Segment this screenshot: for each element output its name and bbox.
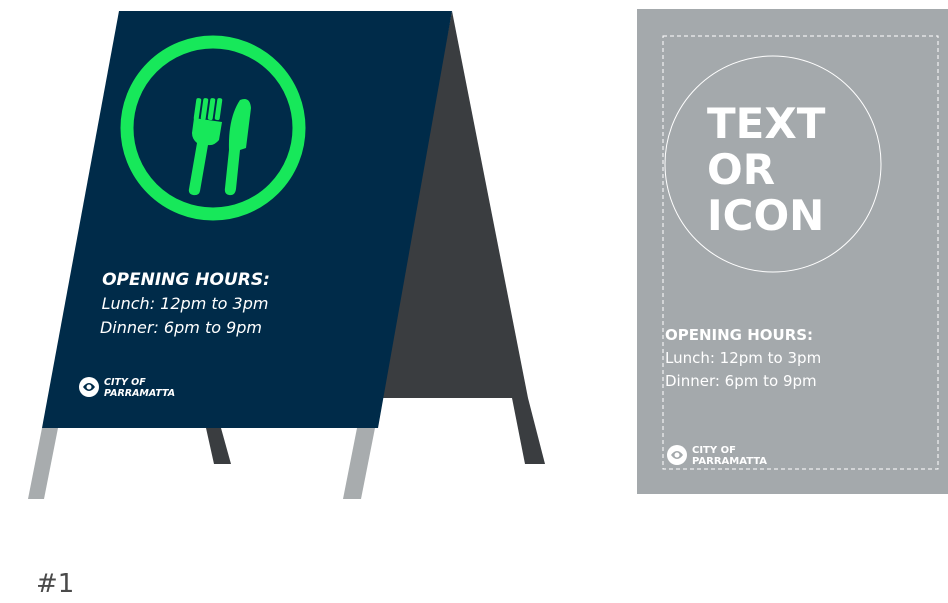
template-opening-hours-label: OPENING HOURS: bbox=[665, 326, 813, 344]
board-logo-line1: CITY OF bbox=[104, 377, 146, 388]
board-logo-line2: PARRAMATTA bbox=[104, 388, 175, 399]
figure-caption: #1 bbox=[36, 569, 74, 599]
template-logo-line1: CITY OF bbox=[692, 445, 736, 456]
template-logo-line2: PARRAMATTA bbox=[692, 456, 767, 467]
template-panel: TEXT OR ICON OPENING HOURS: Lunch: 12pm … bbox=[637, 9, 948, 494]
sandwich-board: OPENING HOURS: Lunch: 12pm to 3pm Dinner… bbox=[28, 11, 545, 499]
template-dinner-hours: Dinner: 6pm to 9pm bbox=[665, 372, 817, 390]
template-background bbox=[637, 9, 948, 494]
template-placeholder-line1: TEXT bbox=[707, 99, 826, 148]
template-placeholder-line2: OR bbox=[707, 145, 775, 194]
template-lunch-hours: Lunch: 12pm to 3pm bbox=[665, 349, 821, 367]
board-dinner-hours: Dinner: 6pm to 9pm bbox=[100, 318, 262, 337]
signage-artwork: OPENING HOURS: Lunch: 12pm to 3pm Dinner… bbox=[28, 9, 948, 599]
front-leg-left bbox=[28, 428, 58, 499]
template-placeholder-line3: ICON bbox=[707, 191, 824, 240]
front-leg-right bbox=[343, 428, 375, 499]
back-leg-right bbox=[512, 398, 545, 464]
back-leg-left bbox=[206, 428, 231, 464]
board-opening-hours-label: OPENING HOURS: bbox=[102, 270, 270, 290]
board-lunch-hours: Lunch: 12pm to 3pm bbox=[102, 294, 269, 313]
